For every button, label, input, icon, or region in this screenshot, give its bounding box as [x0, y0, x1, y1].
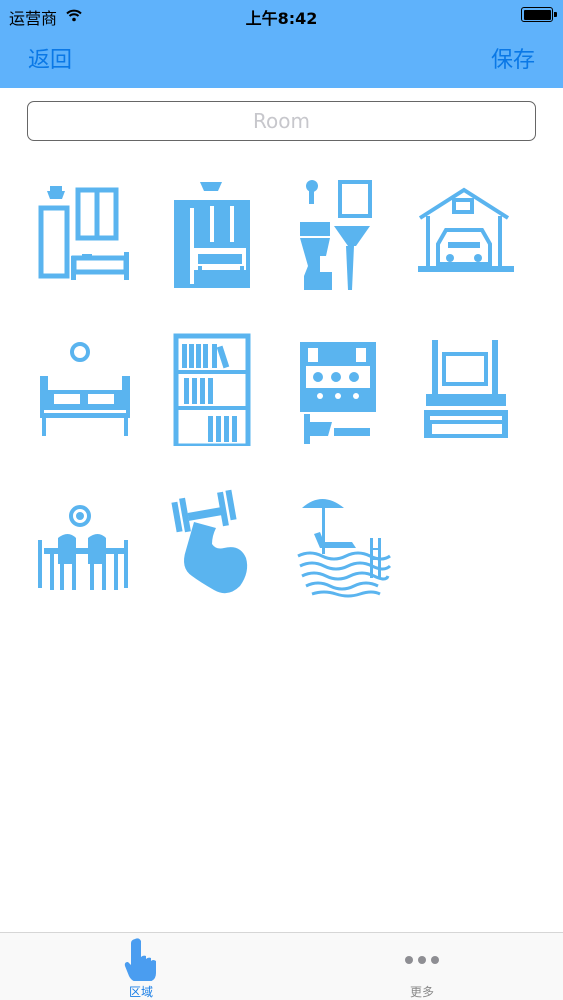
master-bedroom-icon [40, 342, 130, 436]
room-icon-dining-room[interactable] [34, 484, 134, 600]
room-icon-kitchen[interactable] [294, 330, 394, 446]
tab-more[interactable]: 更多 [352, 933, 492, 1000]
clock: 上午8:42 [245, 9, 318, 28]
tab-area[interactable]: 区域 [71, 933, 211, 1000]
room-icon-living-room[interactable] [414, 330, 514, 446]
navigation-bar: 运营商 上午8:42 返回 保存 [0, 0, 563, 88]
back-button[interactable]: 返回 [28, 42, 72, 74]
status-bar: 运营商 上午8:42 [0, 0, 563, 30]
room-icon-gym[interactable] [164, 484, 264, 600]
room-icon-pool[interactable] [294, 484, 394, 600]
room-icon-bedroom-wardrobe[interactable] [34, 176, 134, 292]
garage-icon [418, 187, 514, 272]
save-button[interactable]: 保存 [491, 42, 535, 74]
room-name-input[interactable] [27, 101, 536, 141]
room-icon-bedroom-closet[interactable] [164, 176, 264, 292]
study-bookshelf-icon [173, 333, 251, 446]
bedroom-closet-icon [174, 182, 250, 288]
dining-room-icon [38, 505, 128, 590]
tab-area-label: 区域 [128, 985, 153, 999]
battery-icon [521, 7, 557, 22]
pool-icon [297, 499, 392, 598]
tab-bar: 区域 更多 [0, 932, 563, 1000]
hand-pointer-icon [124, 938, 156, 981]
living-room-icon [424, 340, 508, 438]
bathroom-icon [300, 180, 372, 290]
kitchen-icon [300, 342, 376, 444]
app-screen: 运营商 上午8:42 返回 保存 Room 区域 更多 [0, 0, 563, 1000]
room-icon-bathroom[interactable] [294, 176, 394, 292]
more-dots-icon [405, 956, 439, 964]
tab-more-label: 更多 [409, 985, 434, 999]
gym-icon [171, 489, 248, 594]
room-icon-master-bedroom[interactable] [34, 330, 134, 446]
room-icon-study[interactable] [164, 330, 264, 446]
bedroom-wardrobe-icon [38, 186, 129, 280]
room-icon-garage[interactable] [414, 176, 514, 292]
